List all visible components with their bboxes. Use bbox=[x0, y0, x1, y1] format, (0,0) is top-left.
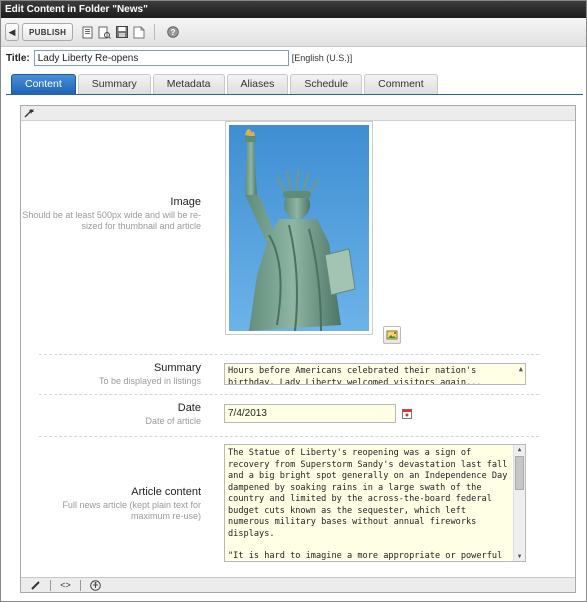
summary-textarea[interactable]: Hours before Americans celebrated their … bbox=[224, 363, 526, 385]
scroll-thumb[interactable] bbox=[515, 456, 524, 490]
summary-text: Hours before Americans celebrated their … bbox=[228, 366, 482, 385]
article-label: Article content bbox=[131, 486, 201, 498]
edit-content-window: Edit Content in Folder "News" ◀ PUBLISH … bbox=[0, 0, 587, 602]
article-textarea[interactable]: The Statue of Liberty's reopening was a … bbox=[224, 444, 526, 562]
date-hint: Date of article bbox=[145, 416, 201, 426]
select-image-button[interactable] bbox=[383, 326, 401, 344]
statue-of-liberty-image bbox=[229, 125, 369, 332]
tab-schedule[interactable]: Schedule bbox=[290, 74, 363, 94]
editor-bottom-bar: <> bbox=[21, 577, 575, 592]
scroll-down-icon[interactable]: ▼ bbox=[514, 552, 525, 561]
title-row: Title: Lady Liberty Re-opens [English (U… bbox=[6, 49, 352, 67]
code-icon[interactable]: <> bbox=[60, 580, 71, 591]
scroll-up-icon[interactable]: ▲ bbox=[514, 445, 525, 454]
article-scrollbar[interactable]: ▲ ▼ bbox=[513, 445, 525, 561]
date-label: Date bbox=[177, 402, 201, 414]
accessibility-icon[interactable] bbox=[90, 579, 101, 591]
tab-summary[interactable]: Summary bbox=[77, 74, 151, 94]
field-separator bbox=[39, 354, 539, 355]
tab-bar: Content Summary Metadata Aliases Schedul… bbox=[11, 74, 440, 94]
image-field-label: Image Should be at least 500px wide and … bbox=[21, 196, 201, 232]
bottom-divider bbox=[50, 579, 51, 591]
save-icon[interactable] bbox=[115, 25, 128, 39]
view-icon[interactable] bbox=[132, 25, 145, 39]
field-separator bbox=[39, 436, 539, 437]
image-label: Image bbox=[170, 196, 201, 208]
date-field-label: Date Date of article bbox=[21, 402, 201, 427]
toolbar-divider bbox=[154, 24, 156, 40]
tab-underline bbox=[6, 94, 583, 95]
field-separator bbox=[39, 394, 539, 395]
article-field-label: Article content Full news article (kept … bbox=[21, 486, 201, 522]
image-preview[interactable] bbox=[225, 121, 373, 335]
title-input[interactable]: Lady Liberty Re-opens bbox=[33, 50, 289, 66]
tab-metadata[interactable]: Metadata bbox=[152, 74, 225, 94]
summary-label: Summary bbox=[153, 362, 201, 374]
image-picker-icon bbox=[386, 330, 398, 340]
pencil-icon[interactable] bbox=[30, 580, 41, 591]
tab-aliases[interactable]: Aliases bbox=[226, 74, 289, 94]
tab-content[interactable]: Content bbox=[11, 74, 76, 94]
tab-comment[interactable]: Comment bbox=[364, 74, 438, 94]
title-label: Title: bbox=[6, 52, 30, 64]
bottom-divider bbox=[80, 579, 81, 591]
article-paragraph: The Statue of Liberty's reopening was a … bbox=[228, 448, 508, 539]
svg-text:?: ? bbox=[170, 28, 175, 37]
window-title: Edit Content in Folder "News" bbox=[1, 1, 586, 18]
date-input[interactable]: 7/4/2013 bbox=[224, 404, 396, 423]
summary-hint: To be displayed in listings bbox=[98, 376, 201, 386]
language-label: [English (U.S.)] bbox=[291, 53, 353, 63]
article-hint: Full news article (kept plain text for m… bbox=[62, 500, 201, 521]
summary-field-label: Summary To be displayed in listings bbox=[21, 362, 201, 387]
editor-top-bar bbox=[21, 106, 575, 121]
magic-wand-icon[interactable] bbox=[24, 108, 35, 118]
calendar-icon[interactable] bbox=[402, 408, 412, 419]
checkin-icon[interactable] bbox=[81, 25, 94, 39]
help-icon[interactable]: ? bbox=[166, 25, 179, 39]
resize-arrow-icon[interactable]: ▲ bbox=[519, 364, 523, 376]
publish-button[interactable]: PUBLISH bbox=[22, 23, 74, 41]
image-hint: Should be at least 500px wide and will b… bbox=[22, 210, 201, 231]
article-paragraph: "It is hard to imagine a more appropriat… bbox=[228, 551, 503, 561]
back-arrow-icon[interactable]: ◀ bbox=[5, 23, 19, 41]
toolbar: ◀ PUBLISH ? bbox=[1, 18, 586, 47]
content-editor: Image Should be at least 500px wide and … bbox=[20, 105, 576, 593]
preview-icon[interactable] bbox=[98, 25, 112, 39]
